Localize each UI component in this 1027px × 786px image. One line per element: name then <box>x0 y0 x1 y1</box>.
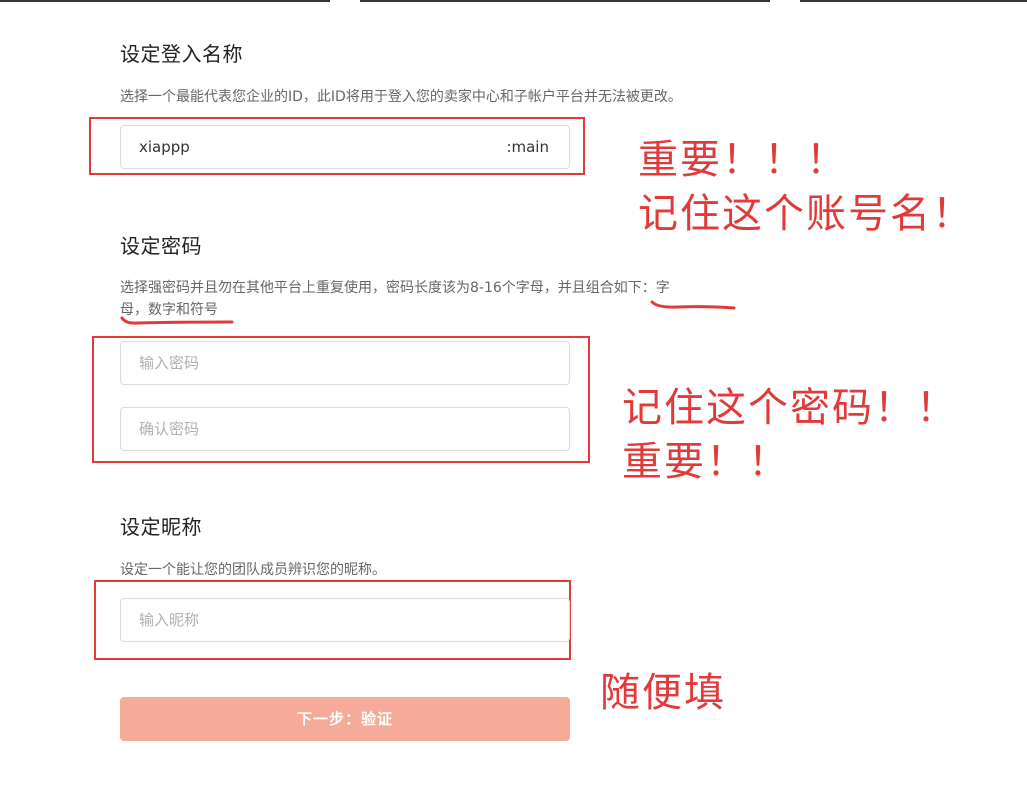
password-note-line1: 记住这个密码！！ <box>622 385 958 431</box>
password-input[interactable]: 输入密码 <box>120 341 570 385</box>
underline-mark <box>650 300 736 310</box>
nickname-description: 设定一个能让您的团队成员辨识您的昵称。 <box>120 562 386 578</box>
nickname-note: 随便填 <box>600 670 726 716</box>
username-value: xiappp <box>139 138 190 156</box>
password-description-line1: 选择强密码并且勿在其他平台上重复使用，密码长度该为8-16个字母，并且组合如下：… <box>120 280 670 296</box>
username-section-title: 设定登入名称 <box>120 42 243 66</box>
next-verify-button[interactable]: 下一步：验证 <box>120 697 570 741</box>
confirm-password-placeholder: 确认密码 <box>139 420 200 438</box>
nickname-placeholder: 输入昵称 <box>139 611 200 629</box>
username-input[interactable]: xiappp :main <box>120 125 570 169</box>
underline-mark <box>120 316 234 325</box>
password-note-line2: 重要！！ <box>622 439 790 485</box>
password-section-title: 设定密码 <box>120 234 202 258</box>
confirm-password-input[interactable]: 确认密码 <box>120 407 570 451</box>
top-border-gap <box>770 0 800 2</box>
username-suffix: :main <box>506 138 549 156</box>
username-description: 选择一个最能代表您企业的ID，此ID将用于登入您的卖家中心和子帐户平台并无法被更… <box>120 89 682 105</box>
username-note-line2: 记住这个账号名！ <box>638 191 974 237</box>
nickname-section-title: 设定昵称 <box>120 515 202 539</box>
top-border <box>0 0 1027 2</box>
nickname-input[interactable]: 输入昵称 <box>120 598 570 642</box>
password-placeholder: 输入密码 <box>139 354 200 372</box>
top-border-gap <box>330 0 360 2</box>
username-note-line1: 重要！！！ <box>638 137 848 183</box>
